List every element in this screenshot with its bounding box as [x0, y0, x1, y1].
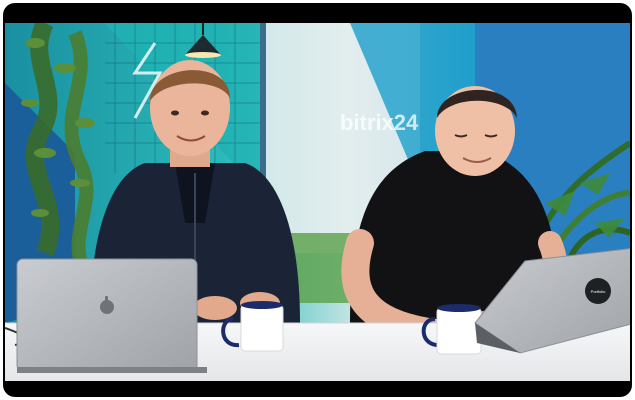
screenshot-frame: bitrix24 Portfolio: [0, 0, 635, 400]
laptop-sticker-text: Portfolio: [591, 289, 606, 294]
video-card[interactable]: bitrix24 Portfolio: [3, 3, 632, 397]
laptop-left: [16, 258, 207, 373]
video-frame[interactable]: bitrix24 Portfolio: [5, 23, 630, 381]
video-scene: bitrix24 Portfolio: [5, 23, 630, 381]
wall-brand-text: bitrix24: [340, 110, 419, 135]
